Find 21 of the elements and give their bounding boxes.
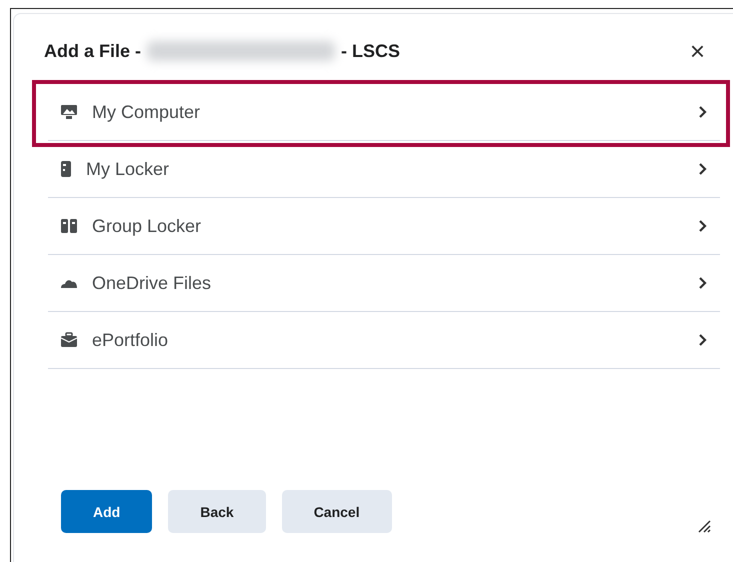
chevron-icon (698, 276, 708, 290)
secondary-button[interactable]: Back (168, 490, 266, 533)
dialog-title: - LSCS (341, 40, 400, 62)
primary-button[interactable]: Add (61, 490, 152, 533)
dialog-title: Add a File - (44, 40, 142, 62)
chevron-icon (698, 219, 708, 233)
source-item[interactable]: My Locker (48, 141, 720, 198)
briefcase-icon (60, 332, 78, 348)
monitor-icon (60, 104, 78, 120)
resize-handle-icon[interactable] (697, 519, 711, 533)
lockers-icon (60, 218, 78, 234)
chevron-icon (698, 333, 708, 347)
source-item[interactable]: OneDrive Files (48, 255, 720, 312)
chevron-icon (698, 105, 708, 119)
locker-icon (60, 160, 72, 178)
secondary-button[interactable]: Cancel (282, 490, 392, 533)
close-button[interactable]: × (686, 36, 709, 66)
source-item[interactable]: ePortfolio (48, 312, 720, 369)
chevron-icon (698, 162, 708, 176)
source-item[interactable]: Group Locker (48, 198, 720, 255)
source-item[interactable]: My Computer (48, 84, 720, 141)
